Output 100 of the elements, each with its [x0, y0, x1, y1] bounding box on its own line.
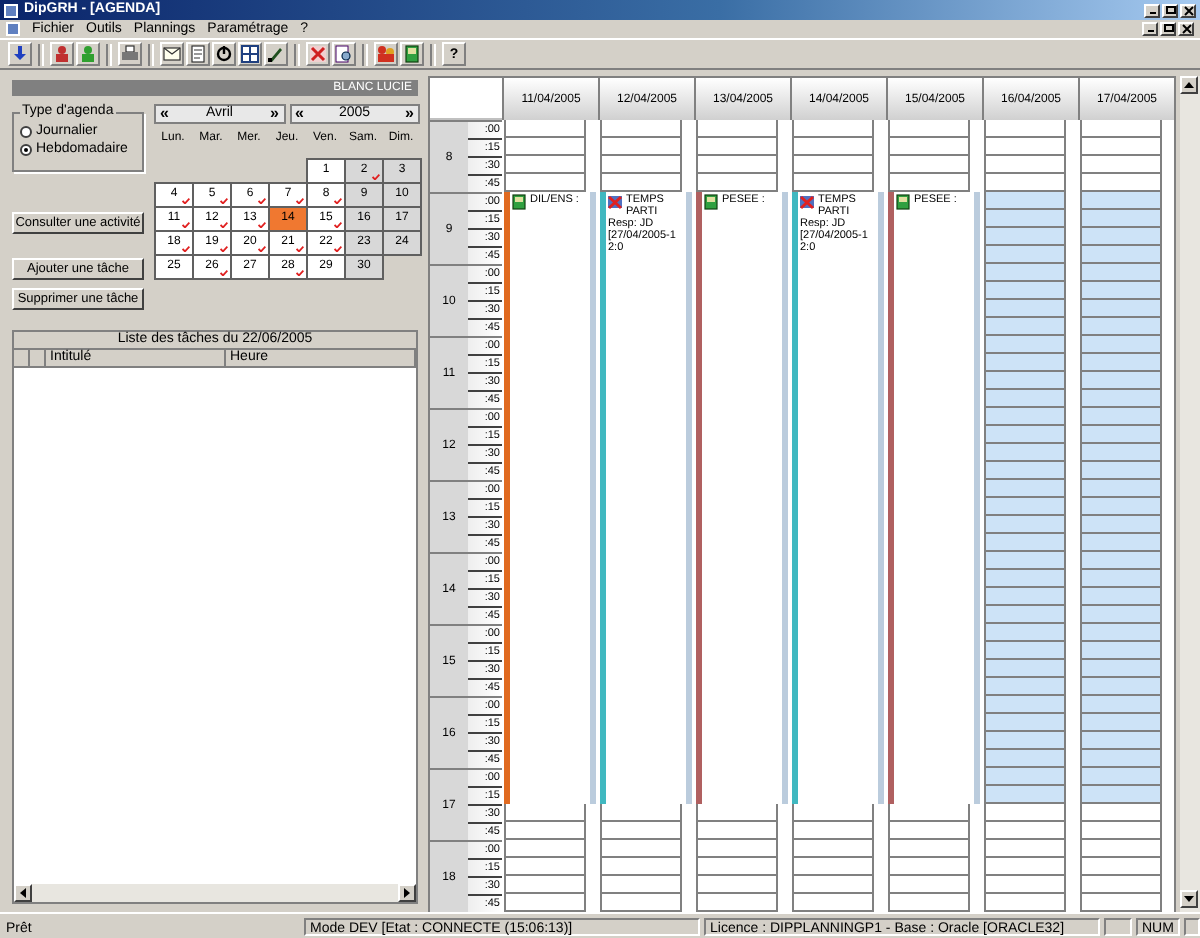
blocked-slot[interactable] [1080, 408, 1162, 426]
blocked-slot[interactable] [1080, 228, 1162, 246]
time-slot[interactable] [1080, 804, 1162, 822]
time-slot[interactable] [600, 804, 682, 822]
blocked-slot[interactable] [984, 336, 1066, 354]
blocked-slot[interactable] [984, 534, 1066, 552]
cross-icon[interactable] [308, 44, 328, 64]
blocked-slot[interactable] [984, 210, 1066, 228]
blocked-slot[interactable] [984, 282, 1066, 300]
blocked-slot[interactable] [1080, 750, 1162, 768]
blocked-slot[interactable] [984, 696, 1066, 714]
person-icon[interactable] [52, 44, 72, 64]
time-slot[interactable] [696, 138, 778, 156]
blocked-slot[interactable] [1080, 678, 1162, 696]
time-slot[interactable] [696, 174, 778, 192]
time-slot[interactable] [888, 174, 970, 192]
blocked-slot[interactable] [1080, 768, 1162, 786]
arrow-icon[interactable] [10, 44, 30, 64]
blocked-slot[interactable] [984, 678, 1066, 696]
time-slot[interactable] [888, 894, 970, 912]
next-button[interactable]: » [405, 106, 414, 122]
blocked-slot[interactable] [1080, 732, 1162, 750]
blocked-slot[interactable] [1080, 426, 1162, 444]
time-slot[interactable] [888, 822, 970, 840]
time-slot[interactable] [600, 822, 682, 840]
time-slot[interactable] [504, 804, 586, 822]
time-slot[interactable] [984, 822, 1066, 840]
blocked-slot[interactable] [1080, 282, 1162, 300]
blocked-slot[interactable] [1080, 516, 1162, 534]
person-icon[interactable] [78, 44, 98, 64]
blocked-slot[interactable] [984, 786, 1066, 804]
time-slot[interactable] [696, 876, 778, 894]
blocked-slot[interactable] [1080, 336, 1162, 354]
time-slot[interactable] [1080, 858, 1162, 876]
time-slot[interactable] [792, 858, 874, 876]
blocked-slot[interactable] [1080, 642, 1162, 660]
time-slot[interactable] [792, 876, 874, 894]
time-slot[interactable] [504, 156, 586, 174]
blocked-slot[interactable] [984, 408, 1066, 426]
blocked-slot[interactable] [1080, 372, 1162, 390]
blocked-slot[interactable] [984, 552, 1066, 570]
time-slot[interactable] [792, 174, 874, 192]
time-slot[interactable] [984, 894, 1066, 912]
time-slot[interactable] [1080, 840, 1162, 858]
time-slot[interactable] [1080, 156, 1162, 174]
radio-button[interactable] [20, 143, 32, 155]
time-slot[interactable] [696, 894, 778, 912]
time-slot[interactable] [984, 156, 1066, 174]
time-slot[interactable] [792, 804, 874, 822]
time-slot[interactable] [1080, 822, 1162, 840]
up-arrow-icon[interactable] [1184, 81, 1194, 89]
time-slot[interactable] [696, 822, 778, 840]
blocked-slot[interactable] [1080, 300, 1162, 318]
time-slot[interactable] [600, 138, 682, 156]
blocked-slot[interactable] [1080, 264, 1162, 282]
time-slot[interactable] [600, 858, 682, 876]
time-slot[interactable] [504, 894, 586, 912]
time-slot[interactable] [504, 138, 586, 156]
time-slot[interactable] [696, 120, 778, 138]
printer-icon[interactable] [120, 44, 140, 64]
time-slot[interactable] [792, 156, 874, 174]
time-slot[interactable] [888, 804, 970, 822]
blocked-slot[interactable] [984, 264, 1066, 282]
blocked-slot[interactable] [984, 318, 1066, 336]
time-slot[interactable] [504, 876, 586, 894]
blocked-slot[interactable] [984, 354, 1066, 372]
blocked-slot[interactable] [984, 300, 1066, 318]
time-slot[interactable] [984, 858, 1066, 876]
blocked-slot[interactable] [1080, 480, 1162, 498]
search-icon[interactable] [334, 44, 354, 64]
blocked-slot[interactable] [984, 228, 1066, 246]
blocked-slot[interactable] [984, 750, 1066, 768]
blocked-slot[interactable] [984, 444, 1066, 462]
time-slot[interactable] [792, 894, 874, 912]
blocked-slot[interactable] [984, 246, 1066, 264]
time-slot[interactable] [696, 840, 778, 858]
blocked-slot[interactable] [984, 498, 1066, 516]
people-icon[interactable] [376, 44, 396, 64]
time-slot[interactable] [888, 876, 970, 894]
blocked-slot[interactable] [984, 642, 1066, 660]
time-slot[interactable] [504, 174, 586, 192]
time-slot[interactable] [984, 876, 1066, 894]
blocked-slot[interactable] [984, 480, 1066, 498]
time-slot[interactable] [504, 840, 586, 858]
time-slot[interactable] [600, 894, 682, 912]
close-icon[interactable] [1183, 5, 1193, 15]
time-slot[interactable] [984, 840, 1066, 858]
blocked-slot[interactable] [984, 372, 1066, 390]
blocked-slot[interactable] [1080, 390, 1162, 408]
time-slot[interactable] [504, 822, 586, 840]
blocked-slot[interactable] [1080, 552, 1162, 570]
time-slot[interactable] [984, 804, 1066, 822]
blocked-slot[interactable] [984, 732, 1066, 750]
time-slot[interactable] [696, 804, 778, 822]
blocked-slot[interactable] [1080, 624, 1162, 642]
time-slot[interactable] [600, 174, 682, 192]
previous-button[interactable]: « [295, 106, 304, 122]
time-slot[interactable] [600, 156, 682, 174]
blocked-slot[interactable] [984, 426, 1066, 444]
time-slot[interactable] [792, 138, 874, 156]
